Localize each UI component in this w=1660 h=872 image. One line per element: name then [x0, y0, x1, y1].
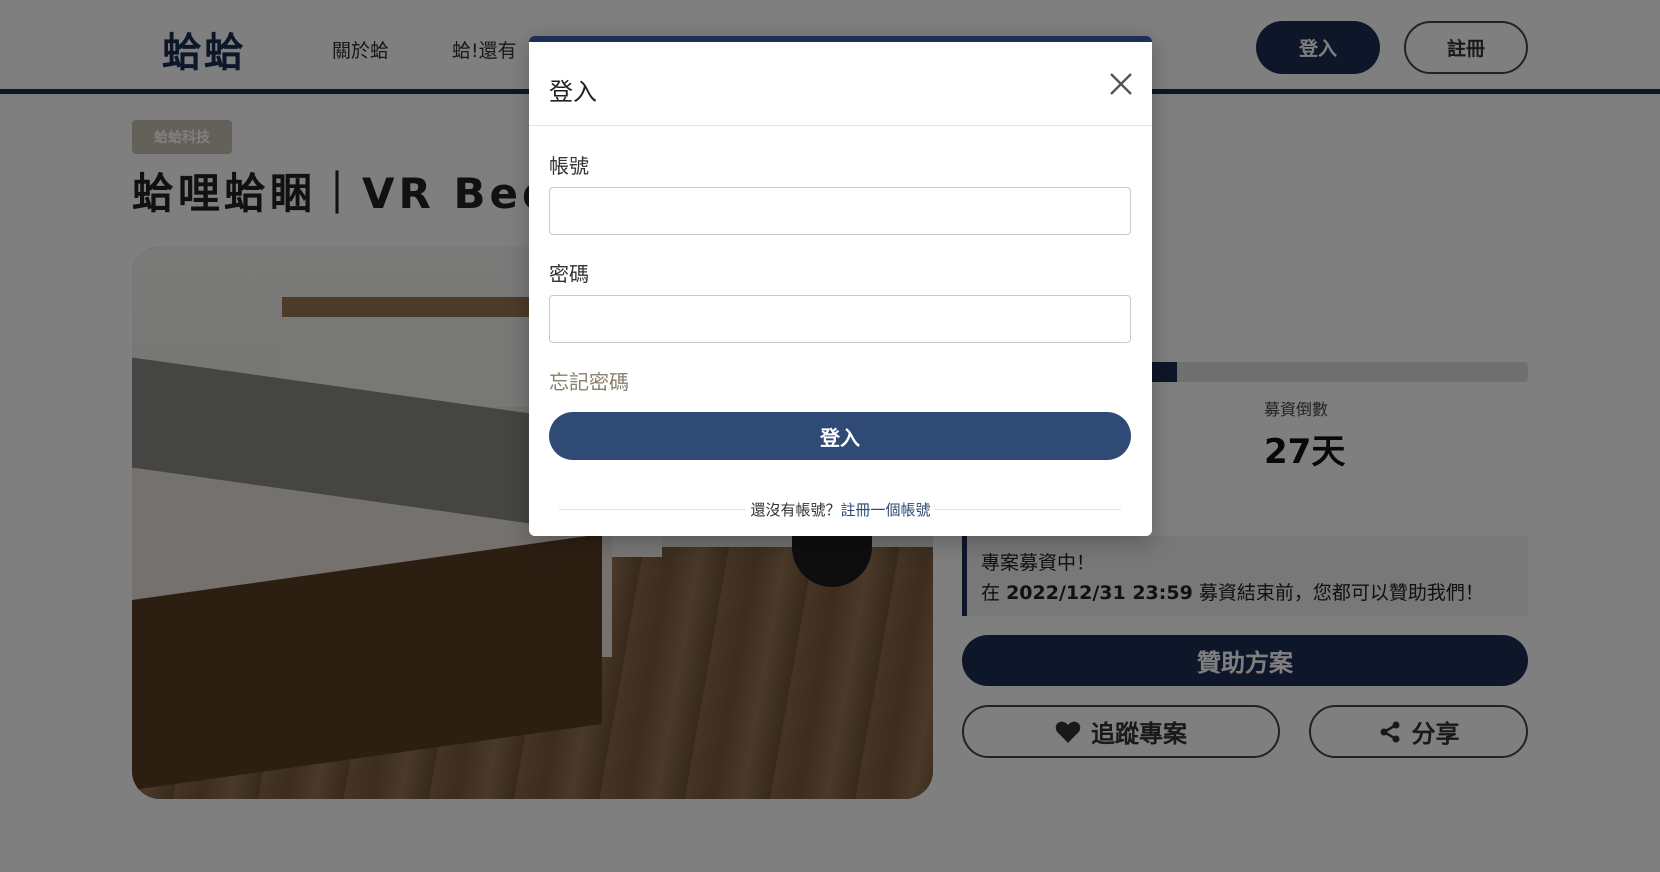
password-input[interactable] — [549, 295, 1131, 343]
register-prompt: 還沒有帳號？註冊一個帳號 — [529, 499, 1152, 520]
modal-header: 登入 — [529, 42, 1152, 126]
modal-login-button[interactable]: 登入 — [549, 412, 1131, 460]
forgot-password-link[interactable]: 忘記密碼 — [549, 366, 629, 395]
modal-title: 登入 — [549, 78, 597, 106]
account-label: 帳號 — [549, 154, 589, 178]
register-question: 還沒有帳號？ — [746, 501, 841, 519]
close-icon[interactable] — [1107, 70, 1135, 98]
login-modal: 登入 帳號 密碼 忘記密碼 登入 還沒有帳號？註冊一個帳號 — [529, 36, 1152, 536]
register-link[interactable]: 註冊一個帳號 — [840, 501, 935, 519]
password-label: 密碼 — [549, 262, 589, 286]
account-input[interactable] — [549, 187, 1131, 235]
